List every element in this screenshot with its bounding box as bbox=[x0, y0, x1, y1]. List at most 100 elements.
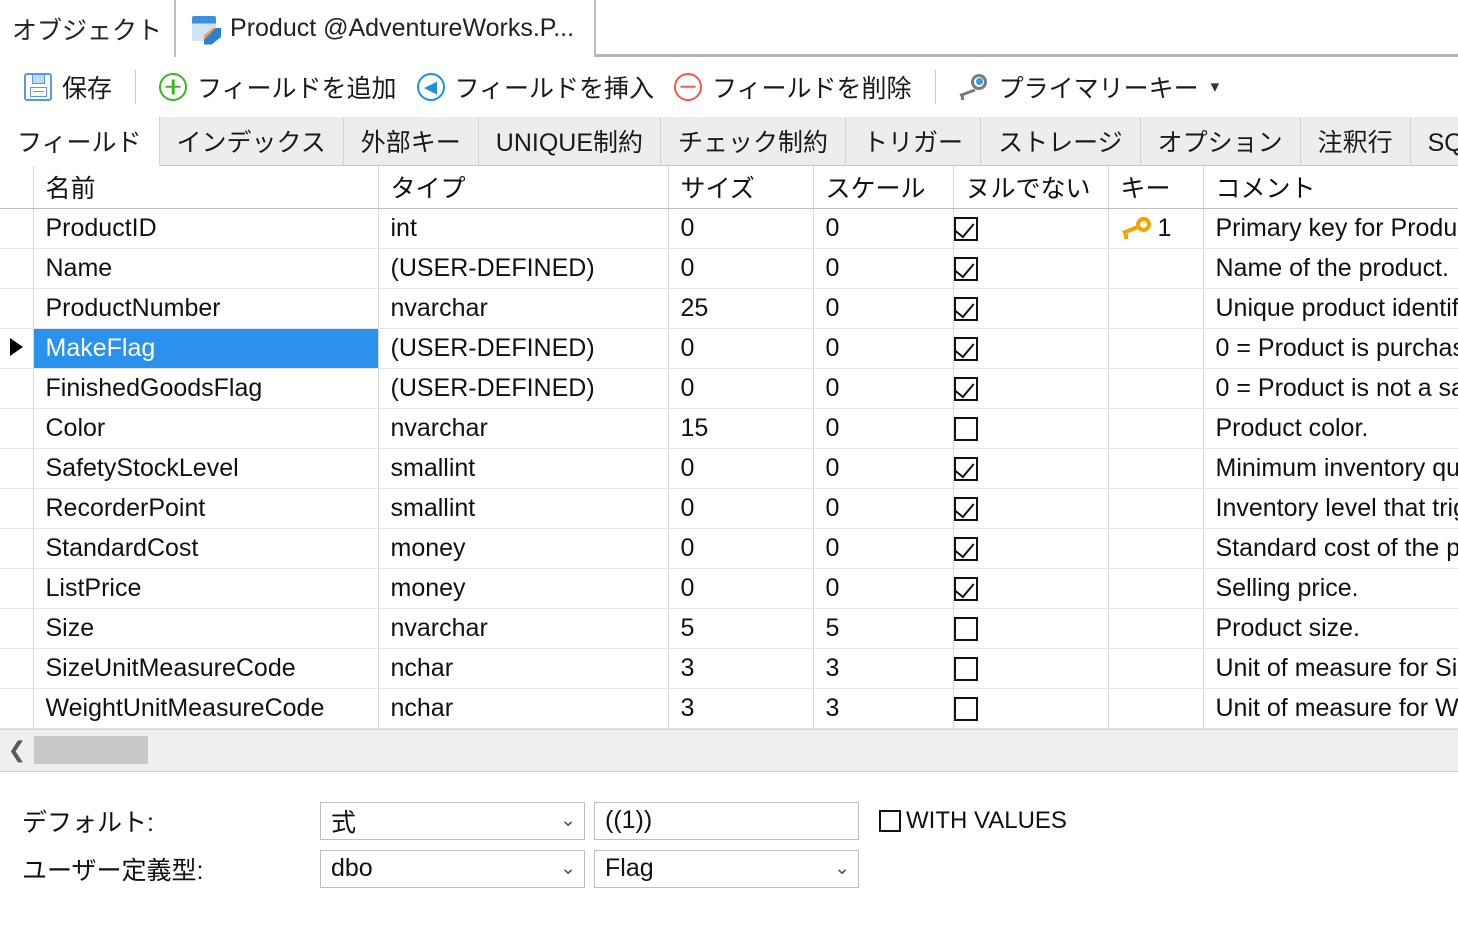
cell-scale[interactable]: 0 bbox=[813, 408, 953, 448]
cell-key[interactable] bbox=[1108, 608, 1203, 648]
cell-comment[interactable]: Minimum inventory qu bbox=[1203, 448, 1458, 488]
row-selector-cell[interactable] bbox=[0, 528, 33, 568]
cell-type[interactable]: nchar bbox=[378, 648, 668, 688]
cell-type[interactable]: nvarchar bbox=[378, 288, 668, 328]
cell-comment[interactable]: Inventory level that trig bbox=[1203, 488, 1458, 528]
horizontal-scrollbar[interactable]: ❮ bbox=[0, 729, 1458, 771]
table-row[interactable]: ProductNumbernvarchar250Unique product i… bbox=[0, 288, 1458, 328]
cell-key[interactable] bbox=[1108, 448, 1203, 488]
table-row[interactable]: FinishedGoodsFlag(USER-DEFINED)000 = Pro… bbox=[0, 368, 1458, 408]
cell-scale[interactable]: 0 bbox=[813, 568, 953, 608]
row-selector-cell[interactable] bbox=[0, 568, 33, 608]
table-row[interactable]: ListPricemoney00Selling price. bbox=[0, 568, 1458, 608]
row-selector-cell[interactable] bbox=[0, 688, 33, 728]
table-row[interactable]: Sizenvarchar55Product size. bbox=[0, 608, 1458, 648]
cell-scale[interactable]: 5 bbox=[813, 608, 953, 648]
cell-size[interactable]: 0 bbox=[668, 488, 813, 528]
cell-not-null[interactable] bbox=[953, 568, 1108, 608]
checkbox-checked-icon[interactable] bbox=[954, 457, 978, 481]
window-tab-objects[interactable]: オブジェクト bbox=[0, 0, 176, 57]
checkbox-checked-icon[interactable] bbox=[954, 377, 978, 401]
cell-comment[interactable]: Selling price. bbox=[1203, 568, 1458, 608]
row-selector-cell[interactable] bbox=[0, 248, 33, 288]
section-tab-5[interactable]: トリガー bbox=[846, 117, 981, 166]
scrollbar-thumb[interactable] bbox=[34, 736, 148, 764]
cell-key[interactable] bbox=[1108, 368, 1203, 408]
table-row[interactable]: MakeFlag(USER-DEFINED)000 = Product is p… bbox=[0, 328, 1458, 368]
cell-key[interactable] bbox=[1108, 328, 1203, 368]
column-header-type[interactable]: タイプ bbox=[378, 166, 668, 208]
cell-size[interactable]: 5 bbox=[668, 608, 813, 648]
table-row[interactable]: SizeUnitMeasureCodenchar33Unit of measur… bbox=[0, 648, 1458, 688]
scroll-left-arrow-icon[interactable]: ❮ bbox=[0, 739, 34, 761]
table-row[interactable]: StandardCostmoney00Standard cost of the … bbox=[0, 528, 1458, 568]
cell-size[interactable]: 0 bbox=[668, 208, 813, 248]
column-header-comment[interactable]: コメント bbox=[1203, 166, 1458, 208]
cell-name[interactable]: RecorderPoint bbox=[33, 488, 378, 528]
checkbox-unchecked-icon[interactable] bbox=[954, 697, 978, 721]
cell-key[interactable] bbox=[1108, 568, 1203, 608]
cell-size[interactable]: 0 bbox=[668, 448, 813, 488]
cell-comment[interactable]: Standard cost of the pr bbox=[1203, 528, 1458, 568]
cell-scale[interactable]: 0 bbox=[813, 528, 953, 568]
chevron-down-icon[interactable]: ▾ bbox=[1211, 77, 1220, 97]
cell-type[interactable]: int bbox=[378, 208, 668, 248]
column-header-not-null[interactable]: ヌルでない bbox=[953, 166, 1108, 208]
cell-type[interactable]: (USER-DEFINED) bbox=[378, 248, 668, 288]
cell-scale[interactable]: 0 bbox=[813, 248, 953, 288]
checkbox-unchecked-icon[interactable] bbox=[954, 657, 978, 681]
row-selector-cell[interactable] bbox=[0, 488, 33, 528]
cell-not-null[interactable] bbox=[953, 648, 1108, 688]
column-header-size[interactable]: サイズ bbox=[668, 166, 813, 208]
cell-key[interactable] bbox=[1108, 528, 1203, 568]
section-tab-6[interactable]: ストレージ bbox=[981, 117, 1141, 166]
udt-type-select[interactable]: Flag ⌄ bbox=[594, 850, 859, 888]
cell-name[interactable]: MakeFlag bbox=[33, 328, 378, 368]
cell-type[interactable]: money bbox=[378, 528, 668, 568]
udt-schema-select[interactable]: dbo ⌄ bbox=[320, 850, 585, 888]
cell-name[interactable]: ProductNumber bbox=[33, 288, 378, 328]
cell-scale[interactable]: 0 bbox=[813, 208, 953, 248]
cell-type[interactable]: nvarchar bbox=[378, 608, 668, 648]
cell-comment[interactable]: Product color. bbox=[1203, 408, 1458, 448]
with-values-checkbox[interactable] bbox=[879, 810, 901, 832]
cell-comment[interactable]: Name of the product. bbox=[1203, 248, 1458, 288]
default-kind-select[interactable]: 式 ⌄ bbox=[320, 802, 585, 840]
cell-size[interactable]: 3 bbox=[668, 648, 813, 688]
table-row[interactable]: SafetyStockLevelsmallint00Minimum invent… bbox=[0, 448, 1458, 488]
cell-name[interactable]: WeightUnitMeasureCode bbox=[33, 688, 378, 728]
checkbox-checked-icon[interactable] bbox=[954, 577, 978, 601]
row-selector-cell[interactable] bbox=[0, 208, 33, 248]
cell-type[interactable]: (USER-DEFINED) bbox=[378, 328, 668, 368]
cell-not-null[interactable] bbox=[953, 208, 1108, 248]
row-selector-cell[interactable] bbox=[0, 368, 33, 408]
cell-scale[interactable]: 3 bbox=[813, 648, 953, 688]
default-expression-input[interactable]: ((1)) bbox=[594, 802, 859, 840]
cell-comment[interactable]: 0 = Product is not a sal bbox=[1203, 368, 1458, 408]
row-selector-cell[interactable] bbox=[0, 648, 33, 688]
cell-type[interactable]: money bbox=[378, 568, 668, 608]
column-header-key[interactable]: キー bbox=[1108, 166, 1203, 208]
section-tab-2[interactable]: 外部キー bbox=[344, 117, 479, 166]
cell-not-null[interactable] bbox=[953, 368, 1108, 408]
cell-name[interactable]: SizeUnitMeasureCode bbox=[33, 648, 378, 688]
checkbox-checked-icon[interactable] bbox=[954, 297, 978, 321]
cell-comment[interactable]: Unique product identif bbox=[1203, 288, 1458, 328]
table-row[interactable]: RecorderPointsmallint00Inventory level t… bbox=[0, 488, 1458, 528]
cell-scale[interactable]: 0 bbox=[813, 368, 953, 408]
cell-key[interactable] bbox=[1108, 488, 1203, 528]
primary-key-button[interactable]: プライマリーキー ▾ bbox=[949, 65, 1230, 109]
cell-type[interactable]: (USER-DEFINED) bbox=[378, 368, 668, 408]
cell-not-null[interactable] bbox=[953, 488, 1108, 528]
cell-size[interactable]: 0 bbox=[668, 368, 813, 408]
section-tab-7[interactable]: オプション bbox=[1141, 117, 1301, 166]
cell-name[interactable]: ProductID bbox=[33, 208, 378, 248]
cell-name[interactable]: FinishedGoodsFlag bbox=[33, 368, 378, 408]
column-header-name[interactable]: 名前 bbox=[33, 166, 378, 208]
section-tab-0[interactable]: フィールド bbox=[0, 117, 160, 166]
insert-field-button[interactable]: ◀ フィールドを挿入 bbox=[407, 65, 665, 109]
row-selector-cell[interactable] bbox=[0, 608, 33, 648]
cell-size[interactable]: 0 bbox=[668, 328, 813, 368]
cell-name[interactable]: StandardCost bbox=[33, 528, 378, 568]
cell-not-null[interactable] bbox=[953, 448, 1108, 488]
